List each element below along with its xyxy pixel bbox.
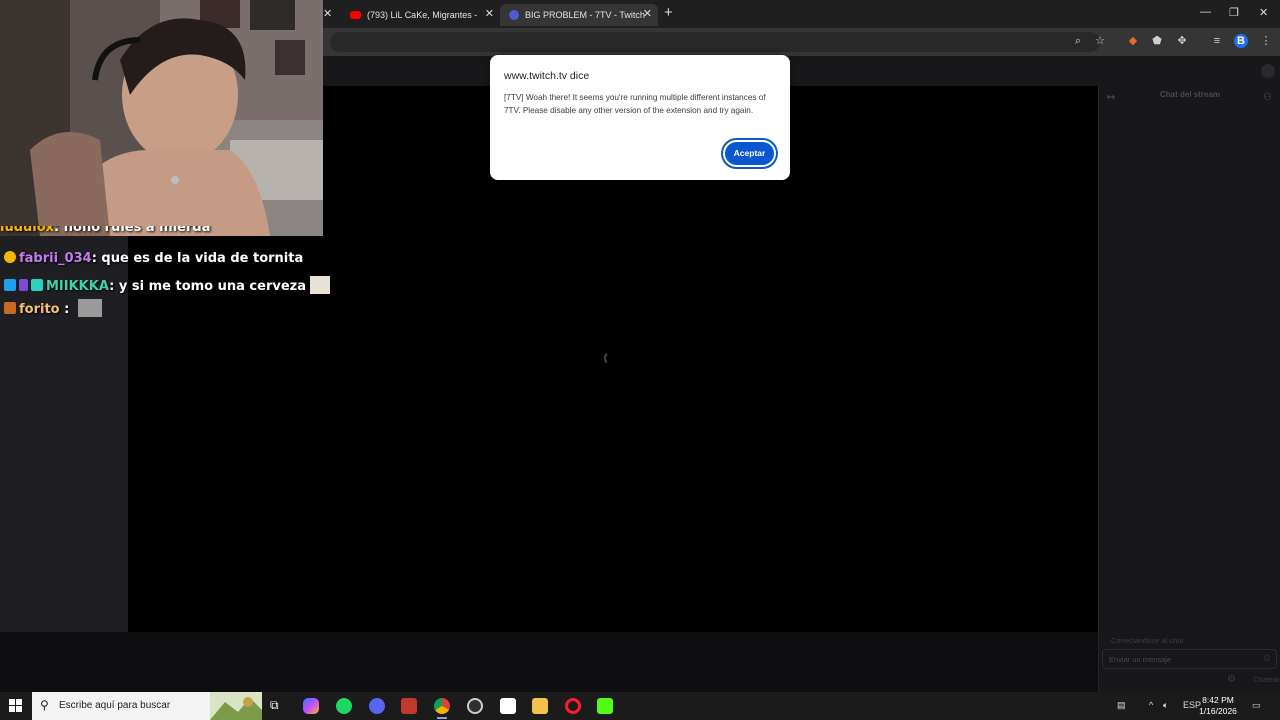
extensions-puzzle-icon[interactable]: ✥ (1175, 34, 1189, 48)
copilot-icon[interactable] (303, 698, 319, 714)
overlay-chat-line: forito : (0, 299, 330, 321)
zoom-icon[interactable]: ⌕ (1071, 34, 1085, 48)
file-explorer-icon[interactable] (532, 698, 548, 714)
notifications-icon[interactable]: ▭ (1252, 700, 1261, 711)
alert-dialog: www.twitch.tv dice [7TV] Woah there! It … (490, 55, 790, 180)
tab-twitch[interactable]: BIG PROBLEM - 7TV - Twitch ✕ (500, 4, 658, 26)
spotify-icon[interactable] (336, 698, 352, 714)
badge-icon (31, 279, 43, 291)
chat-input-placeholder: Enviar un mensaje (1109, 655, 1172, 664)
overlay-chat-line-cut: luduiox: nono rules a mierda (0, 226, 330, 242)
overlay-chat-text: : que es de la vida de tornita (91, 251, 304, 266)
overlay-chat-text: : (59, 302, 74, 317)
badge-icon (4, 251, 16, 263)
overlay-chat-line: MIIKKKA: y si me tomo una cerveza (0, 276, 330, 298)
media-icon[interactable]: ≡ (1210, 34, 1224, 48)
emote-image-icon (77, 299, 102, 317)
close-tab-icon[interactable]: ✕ (323, 7, 332, 20)
profile-icon[interactable]: B (1234, 34, 1248, 48)
task-view-icon[interactable]: ⧉ (270, 698, 286, 714)
search-highlight-image (210, 692, 262, 720)
clock-date: 1/16/2026 (1199, 706, 1237, 716)
obs-icon[interactable] (467, 698, 483, 714)
extension-icon[interactable]: ⬟ (1150, 34, 1164, 48)
opera-icon[interactable] (565, 698, 581, 714)
windows-taskbar: ⚲ Escribe aquí para buscar ⧉ ▤ ^ 🔈︎ ESP … (0, 692, 1280, 720)
tab-youtube[interactable]: (793) LiL CaKe, Migrantes - MEI ✕ (342, 4, 500, 26)
search-placeholder: Escribe aquí para buscar (59, 700, 171, 711)
chat-send-button[interactable]: Chatear (1247, 672, 1280, 687)
overlay-chat-text: : nono rules a mierda (54, 226, 211, 235)
loading-spinner-icon (604, 351, 618, 365)
taskbar-search-input[interactable]: ⚲ Escribe aquí para buscar (32, 692, 262, 720)
chat-title: Chat del stream (1159, 90, 1221, 99)
overlay-chat-username: luduiox (0, 226, 55, 235)
address-bar[interactable] (330, 32, 1100, 52)
chat-users-icon[interactable]: ⚇ (1263, 92, 1272, 103)
minimize-icon[interactable]: — (1200, 6, 1211, 18)
overlay-chat-text: : y si me tomo una cerveza (109, 279, 306, 294)
window-close-icon[interactable]: ✕ (1259, 6, 1268, 19)
dialog-message: [7TV] Woah there! It seems you're runnin… (504, 93, 766, 115)
bookmark-star-icon[interactable]: ☆ (1093, 34, 1107, 48)
dialog-title: www.twitch.tv dice (504, 70, 590, 82)
volume-icon[interactable]: 🔈︎ (1163, 700, 1168, 711)
webcam-image (0, 0, 323, 236)
twitch-chat-panel: ↦ Chat del stream ⚇ Conectándose al chat… (1098, 86, 1280, 692)
tab-title: BIG PROBLEM - 7TV - Twitch (525, 10, 645, 20)
taskbar-clock[interactable]: 8:42 PM 1/16/2026 (1198, 695, 1238, 717)
badge-icon (4, 302, 16, 314)
overlay-chat-username: fabrii_034 (19, 251, 92, 266)
stream-info-area (128, 632, 1098, 692)
close-tab-icon[interactable]: ✕ (643, 7, 652, 20)
menu-icon[interactable]: ⋮ (1259, 34, 1273, 48)
emote-image-icon (310, 276, 330, 294)
twitch-topnav (323, 56, 1280, 86)
kick-icon[interactable] (597, 698, 613, 714)
overlay-chat-username: forito (19, 302, 60, 317)
chat-input[interactable]: Enviar un mensaje ☺ (1102, 649, 1277, 669)
emote-picker-icon[interactable]: ☺ (1262, 653, 1272, 664)
discord-icon[interactable] (369, 698, 385, 714)
badge-icon (4, 279, 16, 291)
webcam-overlay (0, 0, 323, 236)
search-icon: ⚲ (40, 698, 49, 712)
chat-status: Conectándose al chat (1111, 636, 1184, 645)
gear-icon[interactable]: ⚙ (1227, 674, 1236, 685)
accept-button[interactable]: Aceptar (723, 140, 776, 167)
close-tab-icon[interactable]: ✕ (485, 7, 494, 20)
new-tab-plus-icon[interactable]: + (664, 4, 673, 21)
badge-icon (19, 279, 28, 291)
overlay-chat-username: MIIKKKA (46, 279, 110, 294)
chrome-icon[interactable] (434, 698, 450, 714)
news-widget-icon[interactable]: ▤ (1117, 700, 1126, 711)
active-app-indicator (437, 717, 447, 719)
extension-fox-icon[interactable]: ◆ (1126, 34, 1140, 48)
tab-title: (793) LiL CaKe, Migrantes - MEI (367, 10, 477, 20)
screen: ✕ (793) LiL CaKe, Migrantes - MEI ✕ BIG … (0, 0, 1280, 720)
capcut-icon[interactable] (500, 698, 516, 714)
windows-start-icon[interactable] (9, 699, 23, 713)
voice-app-icon[interactable] (401, 698, 417, 714)
avatar[interactable] (1261, 64, 1275, 78)
youtube-icon (350, 11, 361, 19)
restore-icon[interactable]: ❐ (1229, 6, 1239, 19)
chevron-up-icon[interactable]: ^ (1149, 700, 1153, 710)
overlay-chat-line: fabrii_034: que es de la vida de tornita (0, 251, 330, 273)
twitch-extension-icon (509, 10, 519, 20)
clock-time: 8:42 PM (1202, 695, 1234, 705)
